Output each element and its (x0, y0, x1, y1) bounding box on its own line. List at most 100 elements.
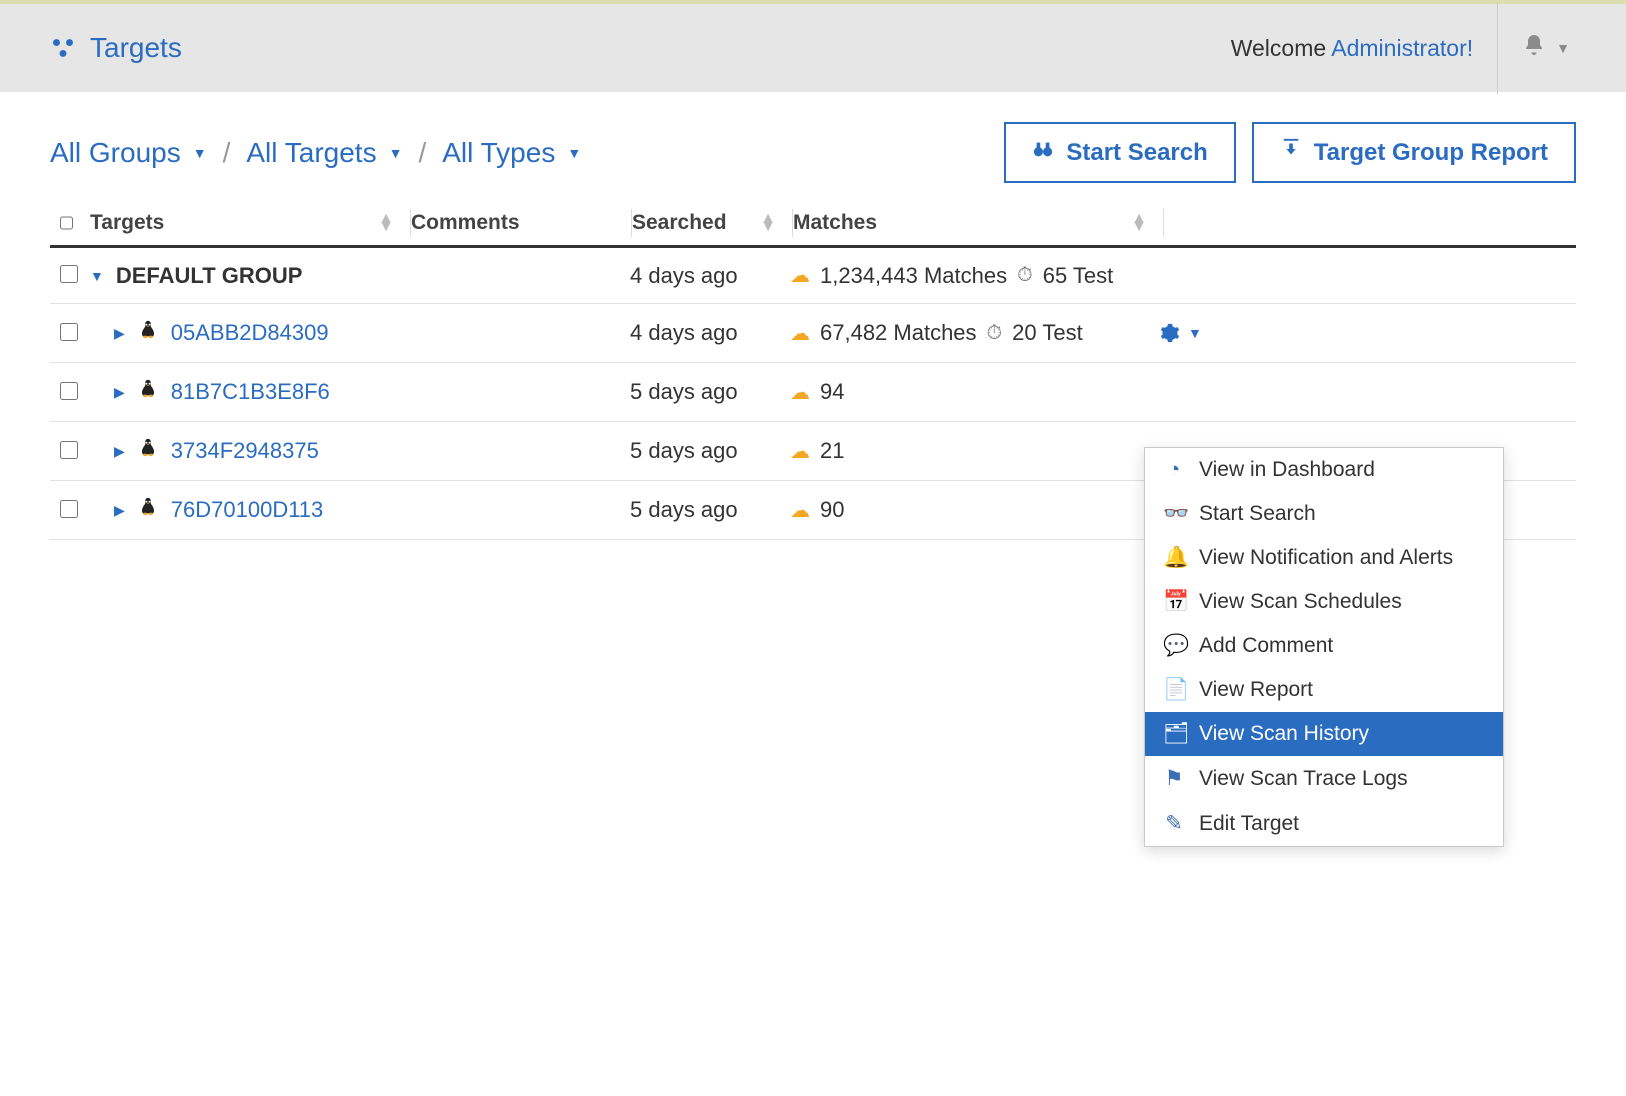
row-checkbox[interactable] (60, 382, 78, 400)
menu-item[interactable]: 📄View Report (1145, 668, 1503, 712)
chevron-down-icon: ▼ (1556, 40, 1570, 56)
target-name-link[interactable]: 05ABB2D84309 (171, 320, 329, 346)
column-header-searched[interactable]: Searched ▲▼ (632, 211, 792, 235)
pie-icon: ◔ (1163, 458, 1185, 482)
calendar-icon: 📅 (1163, 590, 1185, 614)
row-checkbox[interactable] (60, 441, 78, 459)
column-comments-label: Comments (411, 211, 520, 235)
row-actions-button[interactable]: ▼ (1160, 323, 1214, 343)
row-checkbox[interactable] (60, 265, 78, 283)
binoc-icon: 👓 (1163, 502, 1185, 526)
divider (1497, 2, 1498, 94)
cloud-icon: ☁ (790, 321, 810, 346)
chevron-down-icon: ▼ (567, 145, 581, 161)
expand-toggle[interactable]: ▶ (114, 384, 125, 401)
menu-item-label: View Scan Trace Logs (1199, 767, 1408, 791)
target-searched: 5 days ago (630, 497, 790, 523)
sort-icon: ▲▼ (1131, 215, 1147, 231)
cloud-icon: ☁ (790, 263, 810, 288)
menu-item-label: Start Search (1199, 502, 1316, 526)
target-test-count: 20 Test (1012, 320, 1083, 346)
breadcrumb-types[interactable]: All Types ▼ (442, 137, 581, 169)
menu-item[interactable]: 💬 Add Comment (1145, 624, 1503, 668)
table-row-group: ▼ DEFAULT GROUP 4 days ago ☁ 1,234,443 M… (50, 248, 1576, 304)
target-name-link[interactable]: 76D70100D113 (171, 497, 324, 523)
cloud-icon: ☁ (790, 380, 810, 405)
bell-icon (1522, 33, 1546, 63)
menu-item[interactable]: ◔ View in Dashboard (1145, 448, 1503, 492)
column-header-targets[interactable]: Targets ▲▼ (90, 211, 410, 235)
target-name-link[interactable]: 81B7C1B3E8F6 (171, 379, 330, 405)
chevron-down-icon: ▼ (193, 145, 207, 161)
user-link[interactable]: Administrator! (1331, 35, 1473, 61)
expand-toggle[interactable]: ▼ (90, 268, 104, 284)
menu-item[interactable]: 👓 Start Search (1145, 492, 1503, 536)
expand-toggle[interactable]: ▶ (114, 443, 125, 460)
breadcrumb-separator: / (418, 137, 426, 169)
target-match-prefix: 90 (820, 497, 844, 523)
table-row: ▶ 81B7C1B3E8F6 5 days ago☁ 94 (50, 363, 1576, 422)
expand-toggle[interactable]: ▶ (114, 325, 125, 342)
menu-item[interactable]: ⚑ View Scan Trace Logs (1145, 756, 1503, 801)
breadcrumb-targets-label: All Targets (246, 137, 376, 169)
group-test-count: 65 Test (1043, 263, 1114, 289)
notifications-button[interactable]: ▼ (1522, 33, 1576, 63)
menu-item[interactable]: ✎ Edit Target (1145, 801, 1503, 846)
target-match-count: 67,482 Matches (820, 320, 977, 346)
menu-item[interactable]: 📅 View Scan Schedules (1145, 580, 1503, 624)
table-header: Targets ▲▼ Comments Searched ▲▼ Matches … (50, 201, 1576, 248)
target-group-report-button[interactable]: Target Group Report (1252, 122, 1576, 183)
breadcrumb-groups[interactable]: All Groups ▼ (50, 137, 207, 169)
group-searched: 4 days ago (630, 263, 790, 289)
comment-icon: 💬 (1163, 634, 1185, 658)
bell-icon: 🔔 (1163, 546, 1185, 570)
menu-item-label: Edit Target (1199, 812, 1299, 836)
target-searched: 4 days ago (630, 320, 790, 346)
column-divider (1163, 209, 1164, 237)
column-matches-label: Matches (793, 211, 877, 235)
menu-item-label: View in Dashboard (1199, 458, 1375, 482)
breadcrumb-groups-label: All Groups (50, 137, 181, 169)
start-search-label: Start Search (1066, 139, 1207, 167)
download-icon (1280, 138, 1302, 167)
page-title[interactable]: Targets (90, 32, 182, 64)
target-searched: 5 days ago (630, 379, 790, 405)
gear-icon (1160, 323, 1180, 343)
select-all-checkbox[interactable] (60, 214, 73, 232)
row-actions-menu: ◔ View in Dashboard 👓 Start Search 🔔 View Not… (1144, 447, 1504, 847)
target-match-prefix: 21 (820, 438, 844, 464)
group-name[interactable]: DEFAULT GROUP (116, 263, 303, 289)
sort-icon: ▲▼ (760, 215, 776, 231)
table-row: ▶ 05ABB2D84309 4 days ago☁ 67,482 Matches ⏱… (50, 304, 1576, 363)
menu-item-label: Add Comment (1199, 634, 1333, 658)
linux-icon (137, 495, 159, 525)
target-name-link[interactable]: 3734F2948375 (171, 438, 319, 464)
breadcrumb-targets[interactable]: All Targets ▼ (246, 137, 402, 169)
top-bar: Targets Welcome Administrator! ▼ (0, 0, 1626, 92)
menu-item[interactable]: 🗂View Scan History (1145, 712, 1503, 756)
menu-item[interactable]: 🔔 View Notification and Alerts (1145, 536, 1503, 580)
target-match-prefix: 94 (820, 379, 844, 405)
menu-item-label: View Scan History (1199, 722, 1369, 746)
linux-icon (137, 436, 159, 466)
expand-toggle[interactable]: ▶ (114, 502, 125, 519)
column-targets-label: Targets (90, 211, 164, 235)
menu-item-label: View Notification and Alerts (1199, 546, 1453, 570)
welcome-text: Welcome Administrator! (1231, 35, 1473, 62)
menu-item-label: View Report (1199, 678, 1313, 702)
welcome-prefix: Welcome (1231, 35, 1332, 61)
sort-icon: ▲▼ (378, 215, 394, 231)
row-checkbox[interactable] (60, 323, 78, 341)
flag-icon: ⚑ (1163, 766, 1185, 791)
column-header-comments[interactable]: Comments (411, 211, 631, 235)
breadcrumb-types-label: All Types (442, 137, 555, 169)
pencil-icon: ✎ (1163, 811, 1185, 836)
column-header-matches[interactable]: Matches ▲▼ (793, 211, 1163, 235)
stopwatch-icon: ⏱ (987, 322, 1003, 345)
start-search-button[interactable]: Start Search (1004, 122, 1235, 183)
group-match-count: 1,234,443 Matches (820, 263, 1007, 289)
column-searched-label: Searched (632, 211, 727, 235)
menu-item-label: View Scan Schedules (1199, 590, 1402, 614)
row-checkbox[interactable] (60, 500, 78, 518)
cloud-icon: ☁ (790, 439, 810, 464)
